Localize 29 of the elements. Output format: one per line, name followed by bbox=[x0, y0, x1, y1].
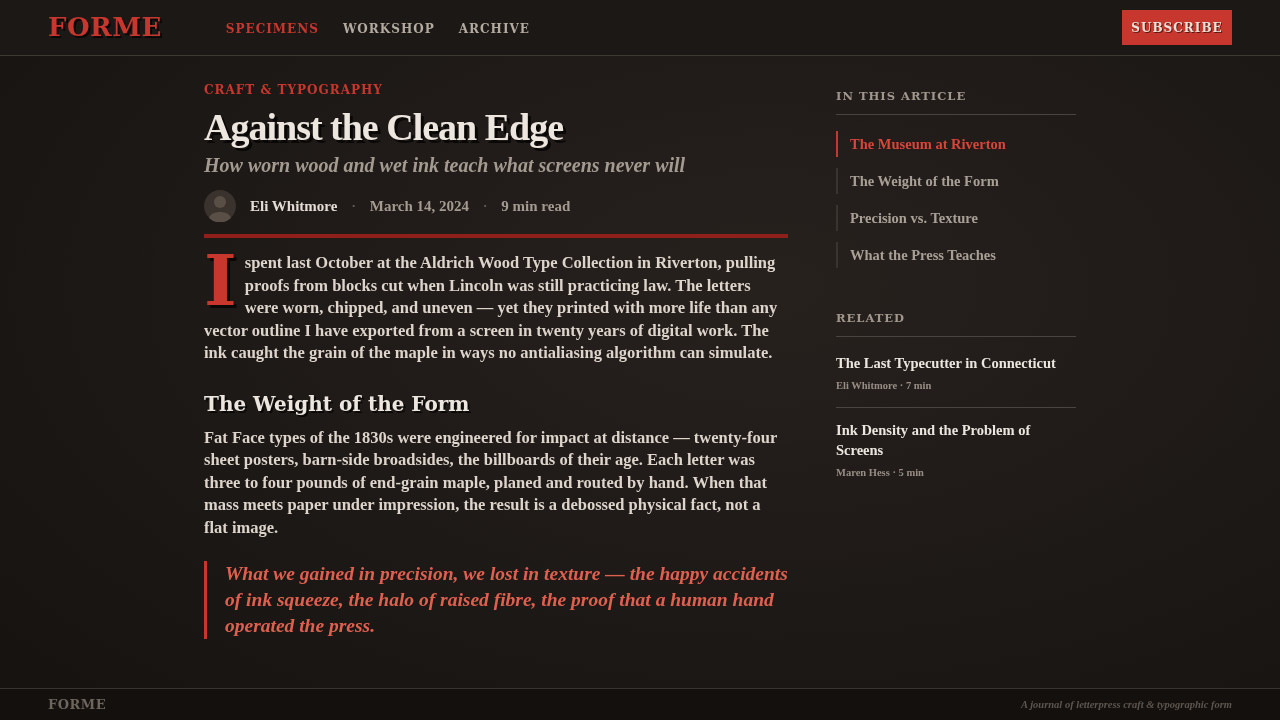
author-name[interactable]: Eli Whitmore bbox=[250, 194, 338, 218]
nav-link[interactable]: ARCHIVE bbox=[458, 20, 530, 38]
footer-logo[interactable]: FORME bbox=[48, 694, 107, 715]
article-subtitle: How worn wood and wet ink teach what screens never will bbox=[204, 153, 687, 178]
nav-link[interactable]: WORKSHOP bbox=[342, 20, 435, 38]
related-article-meta: Eli Whitmore · 7 min bbox=[836, 379, 933, 393]
related-heading: RELATED bbox=[836, 310, 1076, 337]
publish-date: March 14, 2024 bbox=[369, 196, 469, 216]
toc-link[interactable]: The Weight of the Form bbox=[836, 168, 1076, 194]
pull-quote: What we gained in precision, we lost in texture — the happy accidents of ink squeeze, the halo of raised fibre, the proof that a human hand operated the press. bbox=[204, 561, 788, 639]
related-article-link[interactable]: Ink Density and the Problem of Screens bbox=[836, 420, 1076, 460]
meta-separator: · bbox=[351, 197, 356, 216]
body-paragraph: Fat Face types of the 1830s were engineered for impact at distance — twenty-four sheet posters, barn-side broadsides, the billboards of their age. Each letter was three to four pounds of end-grain maple, planed and routed by hand. When that mass meets paper under impression, the result is a debossed physical fact, not a flat image. bbox=[204, 426, 778, 539]
subscribe-button[interactable]: SUBSCRIBE bbox=[1122, 10, 1232, 45]
site-logo[interactable]: FORME bbox=[48, 8, 162, 47]
footer-tagline: A journal of letterpress craft & typographic form bbox=[1021, 697, 1232, 712]
category-label[interactable]: CRAFT & TYPOGRAPHY bbox=[204, 82, 788, 98]
related-article-link[interactable]: The Last Typecutter in Connecticut bbox=[836, 353, 1076, 373]
toc-link[interactable]: Precision vs. Texture bbox=[836, 205, 1076, 231]
toc-heading: IN THIS ARTICLE bbox=[836, 88, 1076, 115]
article-title: Against the Clean Edge bbox=[204, 105, 565, 150]
read-time: 9 min read bbox=[501, 196, 571, 216]
nav-link[interactable]: SPECIMENS bbox=[225, 20, 319, 38]
section-heading: The Weight of the Form bbox=[204, 390, 471, 417]
toc-link[interactable]: What the Press Teaches bbox=[836, 242, 1076, 268]
avatar-icon bbox=[204, 190, 236, 222]
meta-separator: · bbox=[483, 197, 488, 216]
related-article-meta: Maren Hess · 5 min bbox=[836, 466, 925, 480]
toc-link[interactable]: The Museum at Riverton bbox=[836, 131, 1076, 157]
